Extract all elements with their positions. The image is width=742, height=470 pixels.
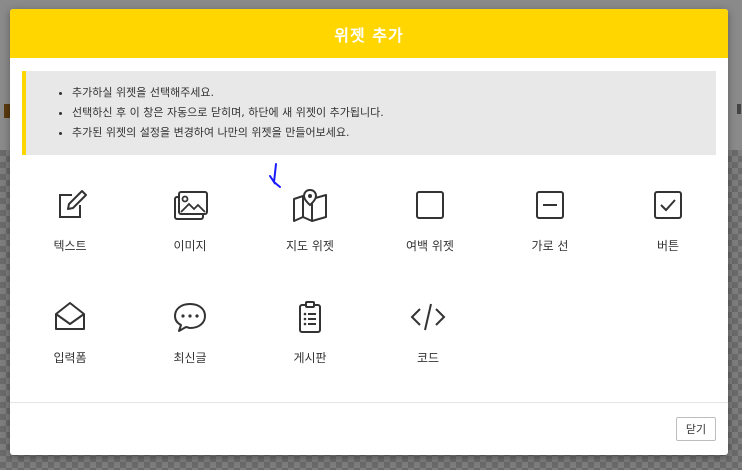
envelope-open-icon bbox=[55, 302, 85, 330]
widget-map[interactable]: 지도 위젯 bbox=[250, 187, 370, 267]
widget-label: 게시판 bbox=[293, 351, 327, 365]
edit-icon bbox=[59, 190, 87, 218]
map-icon bbox=[293, 188, 327, 222]
code-icon bbox=[410, 303, 446, 331]
modal-title: 위젯 추가 bbox=[334, 25, 404, 45]
widget-label: 지도 위젯 bbox=[286, 239, 334, 253]
modal-header: 위젯 추가 bbox=[10, 9, 728, 58]
widget-board[interactable]: 게시판 bbox=[250, 299, 370, 379]
widget-label: 입력폼 bbox=[53, 351, 87, 365]
chat-bubble-icon bbox=[174, 303, 206, 332]
clipboard-list-icon bbox=[299, 301, 321, 333]
background-element bbox=[737, 104, 741, 114]
widget-label: 버튼 bbox=[656, 239, 680, 253]
widget-button[interactable]: 버튼 bbox=[608, 187, 728, 267]
modal-footer: 닫기 bbox=[10, 402, 728, 455]
square-icon bbox=[416, 191, 444, 219]
widget-code[interactable]: 코드 bbox=[368, 299, 488, 379]
widget-horizontal-line[interactable]: 가로 선 bbox=[490, 187, 610, 267]
widget-label: 이미지 bbox=[173, 239, 207, 253]
widget-label: 코드 bbox=[416, 351, 440, 365]
widget-spacer[interactable]: 여백 위젯 bbox=[370, 187, 490, 267]
images-icon bbox=[174, 191, 208, 220]
widget-text[interactable]: 텍스트 bbox=[10, 187, 130, 267]
widget-input-form[interactable]: 입력폼 bbox=[10, 299, 130, 379]
add-widget-modal: 위젯 추가 추가하실 위젯을 선택해주세요. 선택하신 후 이 창은 자동으로 … bbox=[10, 9, 728, 455]
widget-label: 여백 위젯 bbox=[406, 239, 454, 253]
widget-label: 텍스트 bbox=[53, 239, 87, 253]
notice-item: 추가된 위젯의 설정을 변경하여 나만의 위젯을 만들어보세요. bbox=[72, 123, 716, 143]
notice-item: 추가하실 위젯을 선택해주세요. bbox=[72, 83, 716, 103]
widget-recent-posts[interactable]: 최신글 bbox=[130, 299, 250, 379]
notice-box: 추가하실 위젯을 선택해주세요. 선택하신 후 이 창은 자동으로 닫히며, 하… bbox=[22, 71, 716, 155]
check-square-icon bbox=[654, 191, 682, 219]
notice-list: 추가하실 위젯을 선택해주세요. 선택하신 후 이 창은 자동으로 닫히며, 하… bbox=[26, 71, 716, 143]
pen-cursor-icon bbox=[269, 163, 281, 188]
widget-label: 최신글 bbox=[173, 351, 207, 365]
notice-item: 선택하신 후 이 창은 자동으로 닫히며, 하단에 새 위젯이 추가됩니다. bbox=[72, 103, 716, 123]
widget-label: 가로 선 bbox=[531, 239, 569, 253]
widget-image[interactable]: 이미지 bbox=[130, 187, 250, 267]
minus-square-icon bbox=[536, 191, 564, 219]
close-button[interactable]: 닫기 bbox=[676, 417, 716, 441]
